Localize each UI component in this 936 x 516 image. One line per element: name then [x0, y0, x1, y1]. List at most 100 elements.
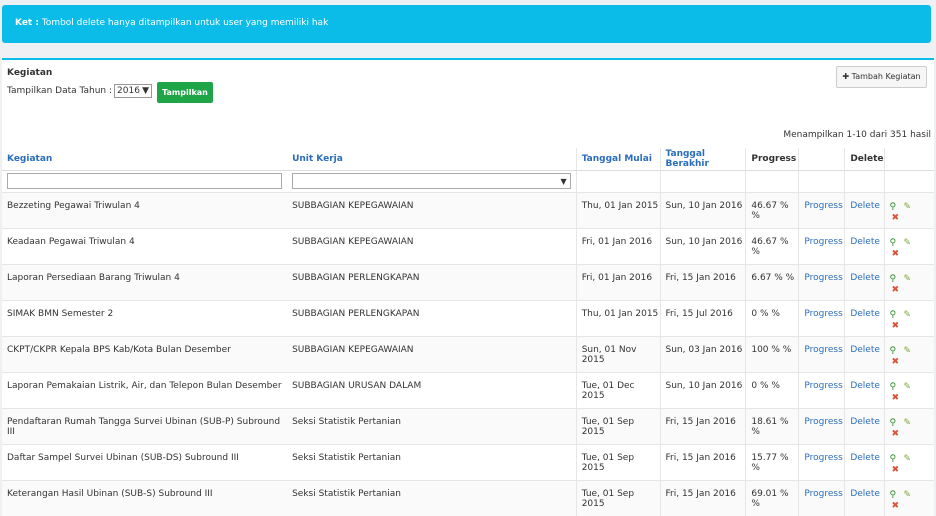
cell-unit-kerja: SUBBAGIAN PERLENGKAPAN [287, 263, 577, 300]
progress-link[interactable]: Progress [804, 381, 842, 391]
delete-link[interactable]: Delete [850, 201, 880, 211]
kegiatan-filter-input[interactable] [7, 173, 283, 189]
view-icon[interactable]: ⚲ [890, 418, 897, 428]
cell-tanggal-mulai: Thu, 01 Jan 2015 [575, 299, 661, 336]
table-row: CKPT/CKPR Kepala BPS Kab/Kota Bulan Dese… [2, 335, 934, 372]
edit-icon[interactable]: ✎ [904, 454, 912, 464]
edit-icon[interactable]: ✎ [904, 346, 912, 356]
edit-icon[interactable]: ✎ [904, 418, 912, 428]
edit-icon[interactable]: ✎ [904, 490, 912, 500]
delete-icon[interactable]: ✖ [892, 321, 900, 331]
cell-kegiatan: Keadaan Pegawai Triwulan 4 [2, 227, 288, 264]
kegiatan-panel: Kegiatan Tampilkan Data Tahun : 2016 ▼ T… [2, 58, 934, 516]
progress-link[interactable]: Progress [804, 453, 842, 463]
delete-link[interactable]: Delete [850, 453, 880, 463]
edit-icon[interactable]: ✎ [904, 310, 912, 320]
cell-unit-kerja: SUBBAGIAN PERLENGKAPAN [287, 299, 577, 336]
view-icon[interactable]: ⚲ [890, 454, 897, 464]
view-icon[interactable]: ⚲ [890, 238, 897, 248]
cell-tanggal-mulai: Tue, 01 Sep 2015 [575, 407, 661, 444]
table-row: Laporan Pemakaian Listrik, Air, dan Tele… [2, 371, 934, 408]
cell-unit-kerja: Seksi Statistik Pertanian [287, 479, 577, 516]
alert-text: Tombol delete hanya ditampilkan untuk us… [41, 18, 329, 28]
cell-unit-kerja: Seksi Statistik Pertanian [287, 443, 577, 480]
cell-kegiatan: Pendaftaran Rumah Tangga Survei Ubinan (… [2, 407, 288, 444]
delete-link[interactable]: Delete [850, 417, 880, 427]
cell-tanggal-mulai: Tue, 01 Dec 2015 [575, 371, 661, 408]
edit-icon[interactable]: ✎ [904, 238, 912, 248]
cell-unit-kerja: Seksi Statistik Pertanian [287, 407, 577, 444]
header-delete: Delete [844, 148, 884, 171]
row-actions: ⚲ ✎ ✖ [890, 417, 920, 443]
delete-icon[interactable]: ✖ [892, 501, 900, 511]
view-icon[interactable]: ⚲ [890, 346, 897, 356]
cell-tanggal-berakhir: Fri, 15 Jan 2016 [659, 479, 746, 516]
progress-link[interactable]: Progress [804, 237, 842, 247]
table-row: Keadaan Pegawai Triwulan 4 SUBBAGIAN KEP… [2, 227, 934, 264]
progress-link[interactable]: Progress [804, 489, 842, 499]
header-kegiatan[interactable]: Kegiatan [2, 148, 288, 171]
progress-link[interactable]: Progress [804, 273, 842, 283]
delete-icon[interactable]: ✖ [892, 357, 900, 367]
delete-icon[interactable]: ✖ [892, 285, 900, 295]
view-icon[interactable]: ⚲ [890, 310, 897, 320]
cell-progress: 0 % % [745, 371, 799, 408]
row-actions: ⚲ ✎ ✖ [890, 345, 920, 371]
row-actions: ⚲ ✎ ✖ [890, 381, 920, 407]
header-unit-kerja[interactable]: Unit Kerja [287, 148, 577, 171]
edit-icon[interactable]: ✎ [904, 274, 912, 284]
plus-icon: ✚ [842, 72, 850, 81]
header-empty [798, 148, 845, 171]
progress-link[interactable]: Progress [804, 309, 842, 319]
table-row: Pendaftaran Rumah Tangga Survei Ubinan (… [2, 407, 934, 444]
table-row: Daftar Sampel Survei Ubinan (SUB-DS) Sub… [2, 443, 934, 480]
year-filter: Tampilkan Data Tahun : 2016 ▼ [7, 84, 153, 98]
table-row: Keterangan Hasil Ubinan (SUB-S) Subround… [2, 479, 934, 516]
cell-tanggal-mulai: Fri, 01 Jan 2016 [575, 227, 661, 264]
cell-tanggal-mulai: Tue, 01 Sep 2015 [575, 479, 661, 516]
row-actions: ⚲ ✎ ✖ [890, 237, 920, 263]
cell-tanggal-berakhir: Fri, 15 Jul 2016 [659, 299, 746, 336]
add-kegiatan-button[interactable]: ✚ Tambah Kegiatan [836, 66, 927, 88]
show-button[interactable]: Tampilkan [157, 82, 213, 103]
view-icon[interactable]: ⚲ [890, 490, 897, 500]
cell-tanggal-berakhir: Sun, 03 Jan 2016 [659, 335, 746, 372]
cell-progress: 46.67 % % [745, 191, 799, 228]
edit-icon[interactable]: ✎ [904, 202, 912, 212]
delete-link[interactable]: Delete [850, 345, 880, 355]
cell-unit-kerja: SUBBAGIAN KEPEGAWAIAN [287, 191, 577, 228]
delete-link[interactable]: Delete [850, 273, 880, 283]
delete-link[interactable]: Delete [850, 237, 880, 247]
cell-progress: 100 % % [745, 335, 799, 372]
delete-link[interactable]: Delete [850, 309, 880, 319]
progress-link[interactable]: Progress [804, 201, 842, 211]
table-row: Bezzeting Pegawai Triwulan 4 SUBBAGIAN K… [2, 191, 934, 228]
delete-icon[interactable]: ✖ [892, 249, 900, 259]
delete-icon[interactable]: ✖ [892, 393, 900, 403]
delete-link[interactable]: Delete [850, 381, 880, 391]
view-icon[interactable]: ⚲ [890, 382, 897, 392]
unit-kerja-filter-select[interactable]: ▼ [292, 173, 571, 189]
panel-title: Kegiatan [7, 68, 53, 78]
progress-link[interactable]: Progress [804, 417, 842, 427]
header-tanggal-mulai[interactable]: Tanggal Mulai [575, 148, 661, 171]
row-actions: ⚲ ✎ ✖ [890, 273, 920, 299]
view-icon[interactable]: ⚲ [890, 274, 897, 284]
alert-label: Ket : [15, 18, 39, 28]
cell-progress: 18.61 % % [745, 407, 799, 444]
progress-link[interactable]: Progress [804, 345, 842, 355]
delete-icon[interactable]: ✖ [892, 429, 900, 439]
delete-link[interactable]: Delete [850, 489, 880, 499]
header-tanggal-berakhir[interactable]: Tanggal Berakhir [659, 148, 746, 171]
cell-tanggal-mulai: Fri, 01 Jan 2016 [575, 263, 661, 300]
info-alert: Ket : Tombol delete hanya ditampilkan un… [2, 5, 931, 43]
edit-icon[interactable]: ✎ [904, 382, 912, 392]
view-icon[interactable]: ⚲ [890, 202, 897, 212]
cell-unit-kerja: SUBBAGIAN URUSAN DALAM [287, 371, 577, 408]
cell-tanggal-berakhir: Sun, 10 Jan 2016 [659, 227, 746, 264]
year-select[interactable]: 2016 ▼ [114, 84, 153, 98]
delete-icon[interactable]: ✖ [892, 213, 900, 223]
cell-tanggal-berakhir: Fri, 15 Jan 2016 [659, 263, 746, 300]
cell-kegiatan: Laporan Pemakaian Listrik, Air, dan Tele… [2, 371, 288, 408]
delete-icon[interactable]: ✖ [892, 465, 900, 475]
